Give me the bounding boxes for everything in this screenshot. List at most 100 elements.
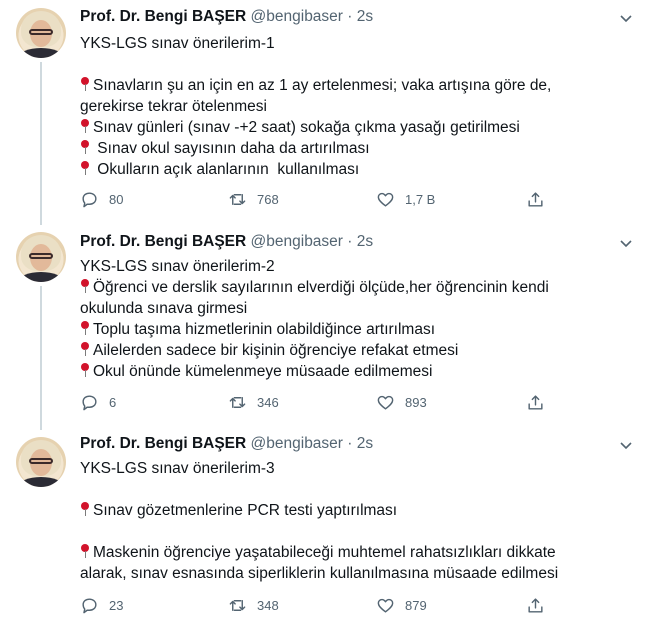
timestamp[interactable]: 2s <box>357 435 373 452</box>
like-button[interactable]: 1,7 B <box>376 189 435 209</box>
tweet-line-text: Sınav okul sayısının daha da artırılması <box>93 140 370 157</box>
tweet-actions: 80 768 1,7 B <box>80 189 550 209</box>
timestamp[interactable]: 2s <box>357 8 373 25</box>
tweet-line: Okul önünde kümelenmeye müsaade edilmeme… <box>80 361 549 382</box>
tweet-line-text: Toplu taşıma hizmetlerinin olabildiğince… <box>93 321 436 338</box>
retweet-count: 346 <box>257 394 279 410</box>
retweet-icon <box>229 193 246 205</box>
chevron-down-icon[interactable] <box>619 439 633 453</box>
tweet-line: YKS-LGS sınav önerilerim-2 <box>80 256 549 277</box>
reply-icon <box>82 394 97 410</box>
author-name[interactable]: Prof. Dr. Bengi BAŞER <box>80 435 246 452</box>
author-name[interactable]: Prof. Dr. Bengi BAŞER <box>80 233 246 250</box>
retweet-count: 348 <box>257 597 279 613</box>
tweet-line-text: Okul önünde kümelenmeye müsaade edilmeme… <box>93 363 433 380</box>
tweet-line: Öğrenci ve derslik sayılarının elverdiği… <box>80 277 549 298</box>
heart-icon <box>377 192 394 207</box>
share-icon <box>528 191 543 207</box>
tweet-line-text: Okulların açık alanlarının kullanılması <box>93 161 360 178</box>
tweet-text: YKS-LGS sınav önerilerim-2 Öğrenci ve der… <box>80 256 549 382</box>
author-handle[interactable]: @bengibaser <box>251 435 343 452</box>
avatar[interactable] <box>16 232 66 282</box>
share-button[interactable] <box>526 392 545 412</box>
tweet-line: YKS-LGS sınav önerilerim-3 <box>80 458 558 479</box>
like-count: 893 <box>405 394 427 410</box>
reply-button[interactable]: 6 <box>80 392 116 412</box>
tweet-line: Ailelerden sadece bir kişinin öğrenciye … <box>80 340 549 361</box>
tweet-actions: 23 348 879 <box>80 595 550 615</box>
share-button[interactable] <box>526 595 545 615</box>
chevron-down-icon[interactable] <box>619 237 633 251</box>
tweet-line-text: alarak, sınav esnasında siperliklerin ku… <box>80 565 559 582</box>
tweet-header: Prof. Dr. Bengi BAŞER @bengibaser · 2s <box>80 233 373 251</box>
share-button[interactable] <box>526 189 545 209</box>
heart-icon <box>377 395 394 410</box>
tweet-line: YKS-LGS sınav önerilerim-1 <box>80 33 551 54</box>
tweet-line <box>80 521 558 542</box>
tweet-line: Sınav okul sayısının daha da artırılması <box>80 138 551 159</box>
reply-count: 6 <box>109 394 117 410</box>
reply-button[interactable]: 23 <box>80 595 123 615</box>
like-button[interactable]: 879 <box>376 595 427 615</box>
like-count: 879 <box>405 597 427 613</box>
reply-button[interactable]: 80 <box>80 189 123 209</box>
tweet-line-text: Sınavların şu an için en az 1 ay ertelen… <box>93 77 552 94</box>
tweet-text: YKS-LGS sınav önerilerim-3 Sınav gözetmen… <box>80 458 558 584</box>
tweet[interactable]: Prof. Dr. Bengi BAŞER @bengibaser · 2s Y… <box>0 225 647 430</box>
tweet-line: Sınavların şu an için en az 1 ay ertelen… <box>80 75 551 96</box>
tweet-line-text: okulunda sınava girmesi <box>80 300 248 317</box>
retweet-icon <box>229 396 246 408</box>
author-handle[interactable]: @bengibaser <box>251 8 343 25</box>
tweet-line: Sınav günleri (sınav -+2 saat) sokağa çı… <box>80 117 551 138</box>
reply-count: 23 <box>109 597 124 613</box>
retweet-button[interactable]: 346 <box>228 392 279 412</box>
pin-icon <box>80 76 90 92</box>
tweet-line: okulunda sınava girmesi <box>80 298 549 319</box>
pin-icon <box>80 320 90 336</box>
retweet-button[interactable]: 348 <box>228 595 279 615</box>
separator-dot: · <box>347 435 353 452</box>
tweet-line-text: gerekirse tekrar ötelenmesi <box>80 98 267 115</box>
tweet-line: alarak, sınav esnasında siperliklerin ku… <box>80 563 558 584</box>
avatar[interactable] <box>16 8 66 58</box>
timestamp[interactable]: 2s <box>357 233 373 250</box>
tweet-line-text: Sınav günleri (sınav -+2 saat) sokağa çı… <box>93 119 520 136</box>
tweet-header: Prof. Dr. Bengi BAŞER @bengibaser · 2s <box>80 8 373 26</box>
pin-icon <box>80 543 90 559</box>
author-handle[interactable]: @bengibaser <box>251 233 343 250</box>
tweet-line: Toplu taşıma hizmetlerinin olabildiğince… <box>80 319 549 340</box>
separator-dot: · <box>347 233 353 250</box>
tweet-actions: 6 346 893 <box>80 392 550 412</box>
retweet-button[interactable]: 768 <box>228 189 279 209</box>
tweet-line <box>80 479 558 500</box>
avatar[interactable] <box>16 437 66 487</box>
thread-line <box>40 62 42 225</box>
reply-icon <box>82 191 97 207</box>
pin-icon <box>80 341 90 357</box>
tweet-line-text: YKS-LGS sınav önerilerim-3 <box>80 460 275 477</box>
share-icon <box>528 597 543 613</box>
retweet-icon <box>229 599 246 611</box>
tweet-line: gerekirse tekrar ötelenmesi <box>80 96 551 117</box>
tweet-header: Prof. Dr. Bengi BAŞER @bengibaser · 2s <box>80 435 373 453</box>
author-name[interactable]: Prof. Dr. Bengi BAŞER <box>80 8 246 25</box>
tweet-text: YKS-LGS sınav önerilerim-1 Sınavların şu … <box>80 33 551 180</box>
tweet[interactable]: Prof. Dr. Bengi BAŞER @bengibaser · 2s Y… <box>0 0 647 225</box>
tweet[interactable]: Prof. Dr. Bengi BAŞER @bengibaser · 2s Y… <box>0 430 647 623</box>
thread-line <box>40 286 42 430</box>
retweet-count: 768 <box>257 191 279 207</box>
tweet-line-text: YKS-LGS sınav önerilerim-2 <box>80 258 275 275</box>
chevron-down-icon[interactable] <box>619 12 633 26</box>
pin-icon <box>80 362 90 378</box>
separator-dot: · <box>347 8 353 25</box>
tweet-line-text: Sınav gözetmenlerine PCR testi yaptırılm… <box>93 502 398 519</box>
tweet-line: Okulların açık alanlarının kullanılması <box>80 159 551 180</box>
reply-icon <box>82 597 97 613</box>
like-button[interactable]: 893 <box>376 392 427 412</box>
pin-icon <box>80 501 90 517</box>
pin-icon <box>80 118 90 134</box>
tweet-line: Sınav gözetmenlerine PCR testi yaptırılm… <box>80 500 558 521</box>
tweet-line-text: Öğrenci ve derslik sayılarının elverdiği… <box>93 279 549 296</box>
like-count: 1,7 B <box>405 191 436 207</box>
pin-icon <box>80 160 90 176</box>
